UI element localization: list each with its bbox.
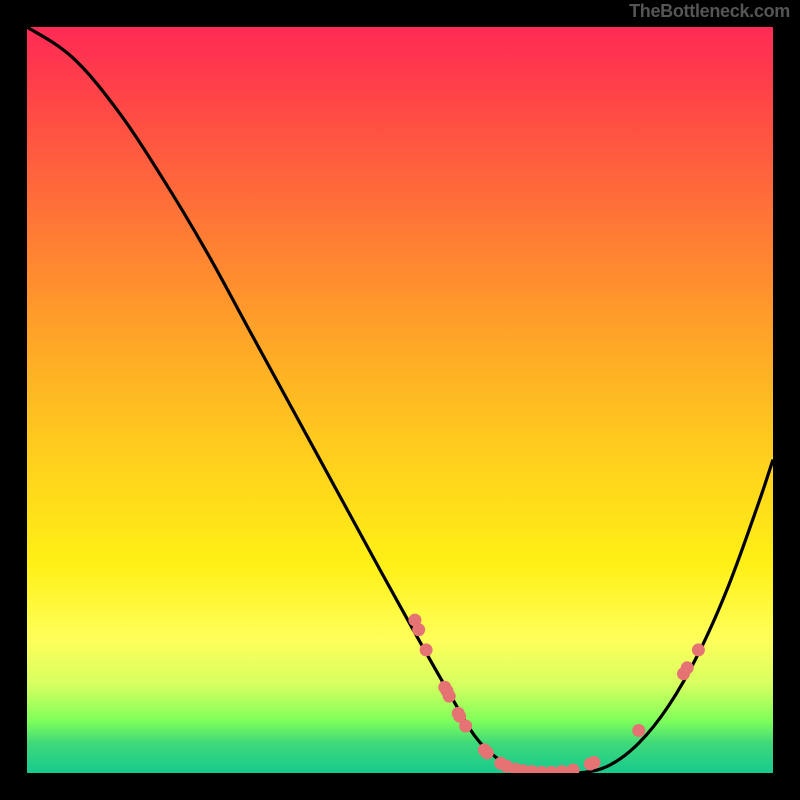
curve-marker [681,661,694,674]
curve-marker [412,623,425,636]
page-root: TheBottleneck.com [0,0,800,800]
curve-marker [443,690,456,703]
attribution-text: TheBottleneck.com [629,1,790,22]
curve-markers [408,614,704,773]
curve-marker [632,724,645,737]
curve-marker [567,764,580,773]
curve-marker [420,643,433,656]
curve-marker [692,643,705,656]
bottleneck-curve [27,27,773,773]
curve-marker [459,720,472,733]
curve-marker [481,746,494,759]
chart-svg-layer [27,27,773,773]
curve-marker [587,756,600,769]
curve-marker [555,765,568,773]
